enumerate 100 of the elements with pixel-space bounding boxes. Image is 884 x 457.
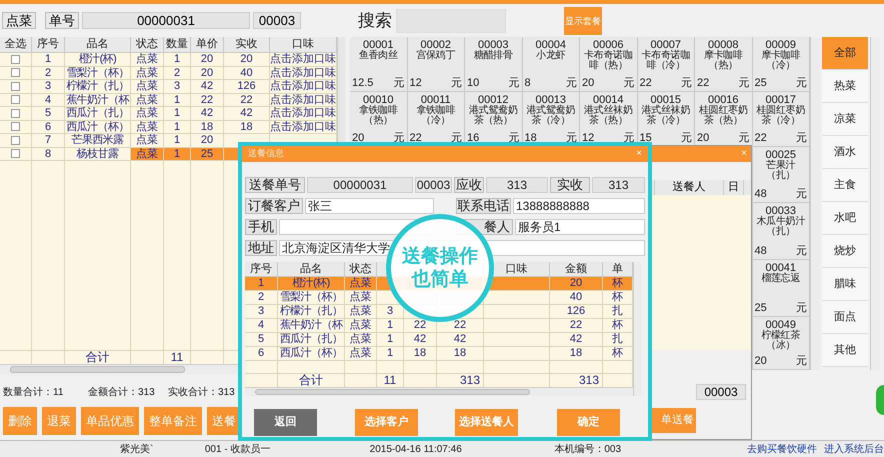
dish-price: 12 bbox=[410, 77, 422, 89]
table-cell: 40 bbox=[570, 291, 582, 303]
dish-price: 20 bbox=[352, 132, 364, 144]
column-header: 数量 bbox=[164, 37, 191, 53]
table-cell: 6 bbox=[258, 347, 264, 359]
table-cell: 20 bbox=[570, 277, 582, 289]
dish-code: 00008 bbox=[708, 39, 739, 51]
dish-price: 12 bbox=[582, 132, 594, 144]
table-cell: 芒果西米露 bbox=[71, 134, 124, 146]
dish-price: 20 bbox=[754, 355, 767, 367]
dish-unit: 元 bbox=[451, 132, 462, 144]
table-cell: 126 bbox=[237, 80, 256, 92]
dish-name: 芒果汁（扎） bbox=[765, 161, 796, 183]
table-cell: 1 bbox=[174, 120, 180, 132]
total-label: 合计 bbox=[86, 350, 110, 364]
search-label: 搜索 bbox=[358, 10, 392, 32]
dish-price: 22 bbox=[410, 132, 422, 144]
field-label: 手机 bbox=[245, 219, 277, 235]
table-cell: 20 bbox=[200, 53, 214, 65]
order-no-label: 单号 bbox=[45, 12, 79, 29]
dish-code: 00004 bbox=[534, 39, 568, 51]
dish-price: 20 bbox=[582, 77, 594, 89]
dish-price: 48 bbox=[754, 188, 767, 200]
dish-price: 12.5 bbox=[352, 77, 374, 89]
table-cell: 西瓜汁（杯） bbox=[280, 347, 342, 359]
table-cell: 点菜 bbox=[350, 291, 372, 303]
field-label: 实收 bbox=[550, 177, 590, 193]
dish-price: 18 bbox=[524, 132, 537, 144]
column-header: 品名 bbox=[65, 37, 131, 53]
dish-code: 00041 bbox=[765, 262, 796, 274]
dish-code: 00012 bbox=[478, 94, 509, 106]
table-cell: 20 bbox=[200, 66, 214, 78]
dish-price: 22 bbox=[697, 77, 710, 89]
table-cell: 18 bbox=[200, 120, 214, 132]
dish-unit: 元 bbox=[796, 302, 807, 314]
column-header: 序号 bbox=[250, 263, 272, 275]
dish-unit: 元 bbox=[508, 132, 520, 144]
table-cell: 4 bbox=[44, 94, 52, 106]
table-cell: 11 bbox=[384, 373, 396, 387]
field-label: 送餐单号 bbox=[245, 177, 305, 193]
table-cell: 22 bbox=[200, 94, 214, 106]
table-cell: 橙汁(杯) bbox=[78, 53, 116, 65]
total-qty: 11 bbox=[170, 350, 184, 364]
table-cell: 1 bbox=[174, 53, 180, 65]
table-cell: 2 bbox=[44, 66, 52, 78]
column-header: 金额 bbox=[565, 263, 587, 275]
table-cell: 点菜 bbox=[350, 347, 372, 359]
column-header: 单 bbox=[612, 263, 623, 275]
column-header: 口味 bbox=[506, 263, 528, 275]
table-cell: 42 bbox=[414, 333, 426, 345]
dish-name: 拿铁咖啡（冷） bbox=[415, 106, 456, 128]
dish-code: 00025 bbox=[764, 149, 798, 161]
table-cell: 3 bbox=[174, 80, 180, 92]
table-cell: 橙汁(杯) bbox=[292, 277, 330, 289]
status-text: 紫光美` bbox=[120, 442, 154, 456]
table-cell: 42 bbox=[454, 333, 466, 345]
table-cell: 点菜 bbox=[136, 80, 158, 92]
table-cell: 5 bbox=[44, 107, 52, 119]
table-cell: 西瓜汁（扎） bbox=[280, 333, 342, 345]
dish-code: 00014 bbox=[592, 94, 624, 106]
dish-unit: 元 bbox=[451, 77, 462, 89]
dish-name: 拿铁咖啡（热） bbox=[358, 106, 399, 128]
order-no-field: 00000031 bbox=[307, 177, 413, 193]
dish-code: 00001 bbox=[362, 39, 394, 51]
table-cell: 18 bbox=[414, 347, 426, 359]
column-header: 实收 bbox=[224, 37, 270, 53]
table-cell: 雪梨汁（杯） bbox=[280, 291, 342, 303]
column-header: 状态 bbox=[350, 263, 372, 275]
order-no-field: 00000031 bbox=[82, 12, 250, 29]
table-cell: 蕉牛奶汁（杯 bbox=[66, 94, 129, 106]
dish-unit: 元 bbox=[566, 132, 577, 144]
dish-unit: 元 bbox=[738, 132, 750, 144]
table-cell: 20 bbox=[240, 53, 253, 65]
table-no-field: 00003 bbox=[415, 177, 452, 193]
table-cell: 扎 bbox=[612, 333, 623, 345]
table-cell: 3 bbox=[258, 305, 264, 317]
table-cell: 1 bbox=[174, 107, 180, 119]
dish-price: 10 bbox=[467, 77, 480, 89]
table-cell: 313 bbox=[578, 373, 599, 387]
dish-unit: 元 bbox=[508, 77, 520, 89]
dish-price: 25 bbox=[754, 77, 767, 89]
table-cell: 22 bbox=[414, 319, 426, 331]
dish-name: 港式丝袜奶茶（冷） bbox=[640, 106, 691, 128]
dish-name: 糖醋排骨 bbox=[472, 51, 514, 63]
dialog-title: 送餐信息 bbox=[248, 147, 284, 160]
dish-unit: 元 bbox=[796, 355, 807, 367]
column-header: 品名 bbox=[300, 263, 322, 275]
table-no-field: 00003 bbox=[696, 384, 746, 400]
dish-price: 25 bbox=[754, 302, 767, 314]
dish-code: 00003 bbox=[478, 39, 509, 51]
dish-name: 柠檬红茶（冰） bbox=[760, 331, 802, 353]
table-cell: 25 bbox=[200, 148, 214, 160]
dish-name: 鱼香肉丝 bbox=[358, 51, 399, 63]
dish-unit: 元 bbox=[681, 77, 692, 89]
table-cell: 22 bbox=[570, 319, 582, 331]
dish-price: 16 bbox=[467, 132, 480, 144]
summary-text: 数量合计：11 bbox=[3, 386, 64, 400]
column-header: 状态 bbox=[131, 37, 164, 53]
table-cell: 蕉牛奶汁（杯 bbox=[280, 319, 342, 331]
table-cell: 42 bbox=[200, 80, 214, 92]
